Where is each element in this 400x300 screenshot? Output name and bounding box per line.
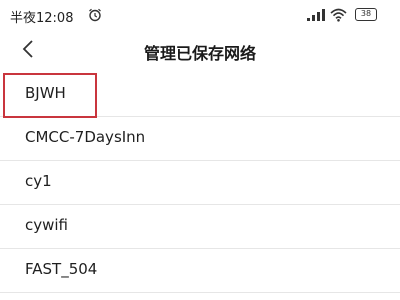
status-time: 半夜12:08 [10,11,74,26]
network-name: cy1 [25,172,52,190]
network-item-bjwh[interactable]: BJWH [0,73,400,118]
page-title: 管理已保存网络 [143,44,256,63]
network-item-fast-504[interactable]: FAST_504 [0,249,400,293]
battery-indicator: 38 [355,8,377,21]
wifi-icon [330,8,347,22]
network-name: CMCC-7DaysInn [25,128,146,146]
network-name: cywifi [25,216,69,234]
saved-network-list: BJWH CMCC-7DaysInn cy1 cywifi FAST_504 [0,73,400,293]
network-name: FAST_504 [25,260,98,278]
network-item-cywifi[interactable]: cywifi [0,205,400,249]
highlight-box [3,73,97,118]
network-item-cy1[interactable]: cy1 [0,161,400,205]
cellular-signal-icon [307,9,325,21]
network-item-cmcc-7daysinn[interactable]: CMCC-7DaysInn [0,117,400,161]
alarm-clock-icon [89,8,101,22]
top-bar: 管理已保存网络 [0,32,400,68]
status-bar: 半夜12:08 38 [0,0,400,28]
